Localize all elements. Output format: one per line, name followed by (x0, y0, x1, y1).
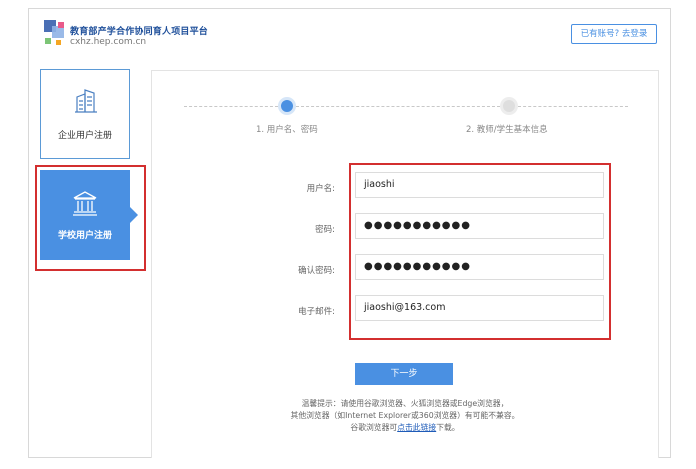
email-label: 电子邮件: (298, 307, 335, 317)
tip-line-3: 谷歌浏览器可点击此链接下载。 (160, 422, 650, 433)
tip-line-3-suffix: 下载。 (436, 423, 460, 432)
step-indicator-1 (278, 97, 296, 115)
step-connector (184, 106, 278, 107)
step-connector (296, 106, 500, 107)
confirm-password-label: 确认密码: (298, 266, 335, 276)
next-step-button[interactable]: 下一步 (355, 363, 453, 385)
step-indicator-2 (500, 97, 518, 115)
step-label-1: 1. 用户名、密码 (256, 125, 318, 135)
site-logo (44, 20, 64, 48)
username-label: 用户名: (306, 184, 335, 194)
tip-line-2: 其他浏览器（如Internet Explorer或360浏览器）有可能不兼容。 (290, 411, 520, 420)
highlight-box-form (349, 163, 611, 340)
password-label: 密码: (315, 225, 335, 235)
download-link[interactable]: 点击此链接 (397, 423, 436, 432)
sidebar-item-label: 企业用户注册 (57, 131, 112, 141)
site-url: cxhz.hep.com.cn (70, 37, 147, 47)
site-title: 教育部产学合作协同育人项目平台 (70, 27, 209, 37)
login-link[interactable]: 已有账号? 去登录 (571, 24, 657, 44)
tip-line-3-prefix: 谷歌浏览器可 (350, 423, 398, 432)
tip-line-1: 温馨提示：请使用谷歌浏览器、火狐浏览器或Edge浏览器， (301, 399, 509, 408)
step-label-2: 2. 教师/学生基本信息 (466, 125, 548, 135)
building-icon (75, 89, 97, 113)
step-connector (518, 106, 628, 107)
highlight-box-sidebar (35, 165, 146, 271)
sidebar-item-enterprise-register[interactable]: 企业用户注册 (40, 69, 130, 159)
